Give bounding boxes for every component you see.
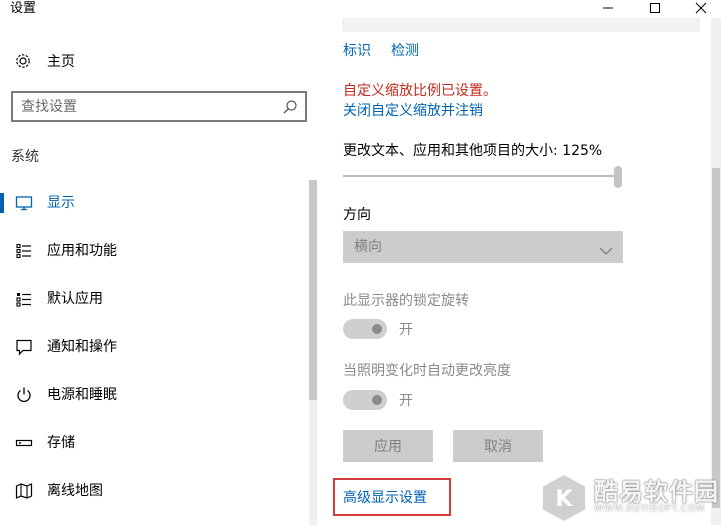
apps-list-icon [14, 241, 34, 261]
display-preview-edge [342, 18, 700, 32]
custom-scale-warning: 自定义缩放比例已设置。 [343, 83, 497, 99]
search-input[interactable] [21, 96, 271, 117]
monitor-icon [14, 193, 34, 213]
display-action-links: 标识 检测 [343, 40, 419, 60]
auto-brightness-toggle[interactable] [343, 390, 387, 410]
svg-text:K: K [555, 487, 573, 512]
minimize-icon [603, 7, 613, 9]
sidebar-item-label: 默认应用 [47, 291, 103, 307]
sidebar-item-offline-maps[interactable]: 离线地图 [0, 472, 305, 520]
notification-icon [14, 337, 34, 357]
orientation-value: 横向 [354, 239, 382, 255]
sidebar-item-apps[interactable]: 应用和功能 [0, 232, 305, 280]
watermark-logo: K [541, 472, 587, 524]
sidebar-item-power[interactable]: 电源和睡眠 [0, 376, 305, 424]
map-icon [14, 481, 34, 501]
sidebar-item-display[interactable]: 显示 [0, 184, 305, 232]
sidebar-scrollbar[interactable] [309, 180, 317, 525]
chevron-down-icon [599, 241, 613, 260]
scale-label: 更改文本、应用和其他项目的大小: 125% [343, 143, 603, 159]
rotation-lock-state: 开 [399, 322, 413, 338]
sidebar-item-label: 电源和睡眠 [47, 387, 117, 403]
watermark-brand: 酷易软件园 [594, 478, 719, 506]
gear-icon [13, 51, 33, 71]
sidebar-item-label: 通知和操作 [47, 339, 117, 355]
section-label-system: 系统 [11, 149, 39, 165]
scale-slider-thumb[interactable] [614, 166, 622, 188]
rotation-lock-toggle[interactable] [343, 319, 387, 339]
sidebar-item-label: 显示 [47, 195, 75, 211]
close-button[interactable] [678, 0, 721, 16]
auto-brightness-label: 当照明变化时自动更改亮度 [343, 363, 511, 379]
scale-slider-track[interactable] [343, 175, 619, 177]
title-bar: 设置 [0, 0, 721, 18]
cancel-button[interactable]: 取消 [453, 430, 543, 462]
minimize-button[interactable] [585, 0, 631, 16]
rotation-lock-label: 此显示器的锁定旋转 [343, 293, 469, 309]
sidebar-item-label: 应用和功能 [47, 243, 117, 259]
sidebar: 主页 系统 显示 [0, 18, 320, 525]
display-settings-panel: 标识 检测 自定义缩放比例已设置。 关闭自定义缩放并注销 更改文本、应用和其他项… [320, 18, 721, 525]
close-icon [695, 2, 707, 14]
sidebar-item-default-apps[interactable]: 默认应用 [0, 280, 305, 328]
auto-brightness-state: 开 [399, 393, 413, 409]
sidebar-item-label: 离线地图 [47, 483, 103, 499]
watermark-url: WWW.KUYISOFT.COM [594, 504, 706, 514]
sidebar-item-label: 存储 [47, 435, 75, 451]
sidebar-scrollbar-thumb[interactable] [309, 180, 317, 400]
toggle-knob [372, 395, 382, 405]
storage-icon [14, 433, 34, 453]
maximize-icon [650, 3, 660, 13]
watermark: K 酷易软件园 WWW.KUYISOFT.COM [536, 470, 721, 525]
sidebar-home[interactable]: 主页 [13, 50, 75, 72]
advanced-display-settings-link[interactable]: 高级显示设置 [343, 487, 427, 507]
sidebar-nav: 显示 应用和功能 默认应用 通知和操作 电源和睡眠 存储 离线地图 [0, 184, 305, 520]
toggle-knob [372, 324, 382, 334]
sidebar-home-label: 主页 [47, 54, 75, 70]
content-scrollbar[interactable] [711, 18, 721, 525]
search-box[interactable] [11, 91, 307, 122]
active-indicator [0, 193, 4, 213]
maximize-button[interactable] [632, 0, 678, 16]
window-title: 设置 [10, 1, 37, 16]
detect-link[interactable]: 检测 [391, 40, 419, 60]
orientation-label: 方向 [343, 207, 371, 223]
search-icon[interactable] [281, 98, 299, 116]
disable-custom-scale-signout-link[interactable]: 关闭自定义缩放并注销 [343, 100, 483, 120]
sidebar-item-storage[interactable]: 存储 [0, 424, 305, 472]
apply-button[interactable]: 应用 [343, 430, 433, 462]
power-icon [14, 385, 34, 405]
default-apps-icon [14, 289, 34, 309]
identify-link[interactable]: 标识 [343, 40, 371, 60]
orientation-dropdown[interactable]: 横向 [343, 231, 623, 263]
sidebar-item-notifications[interactable]: 通知和操作 [0, 328, 305, 376]
content-scrollbar-thumb[interactable] [712, 168, 720, 508]
